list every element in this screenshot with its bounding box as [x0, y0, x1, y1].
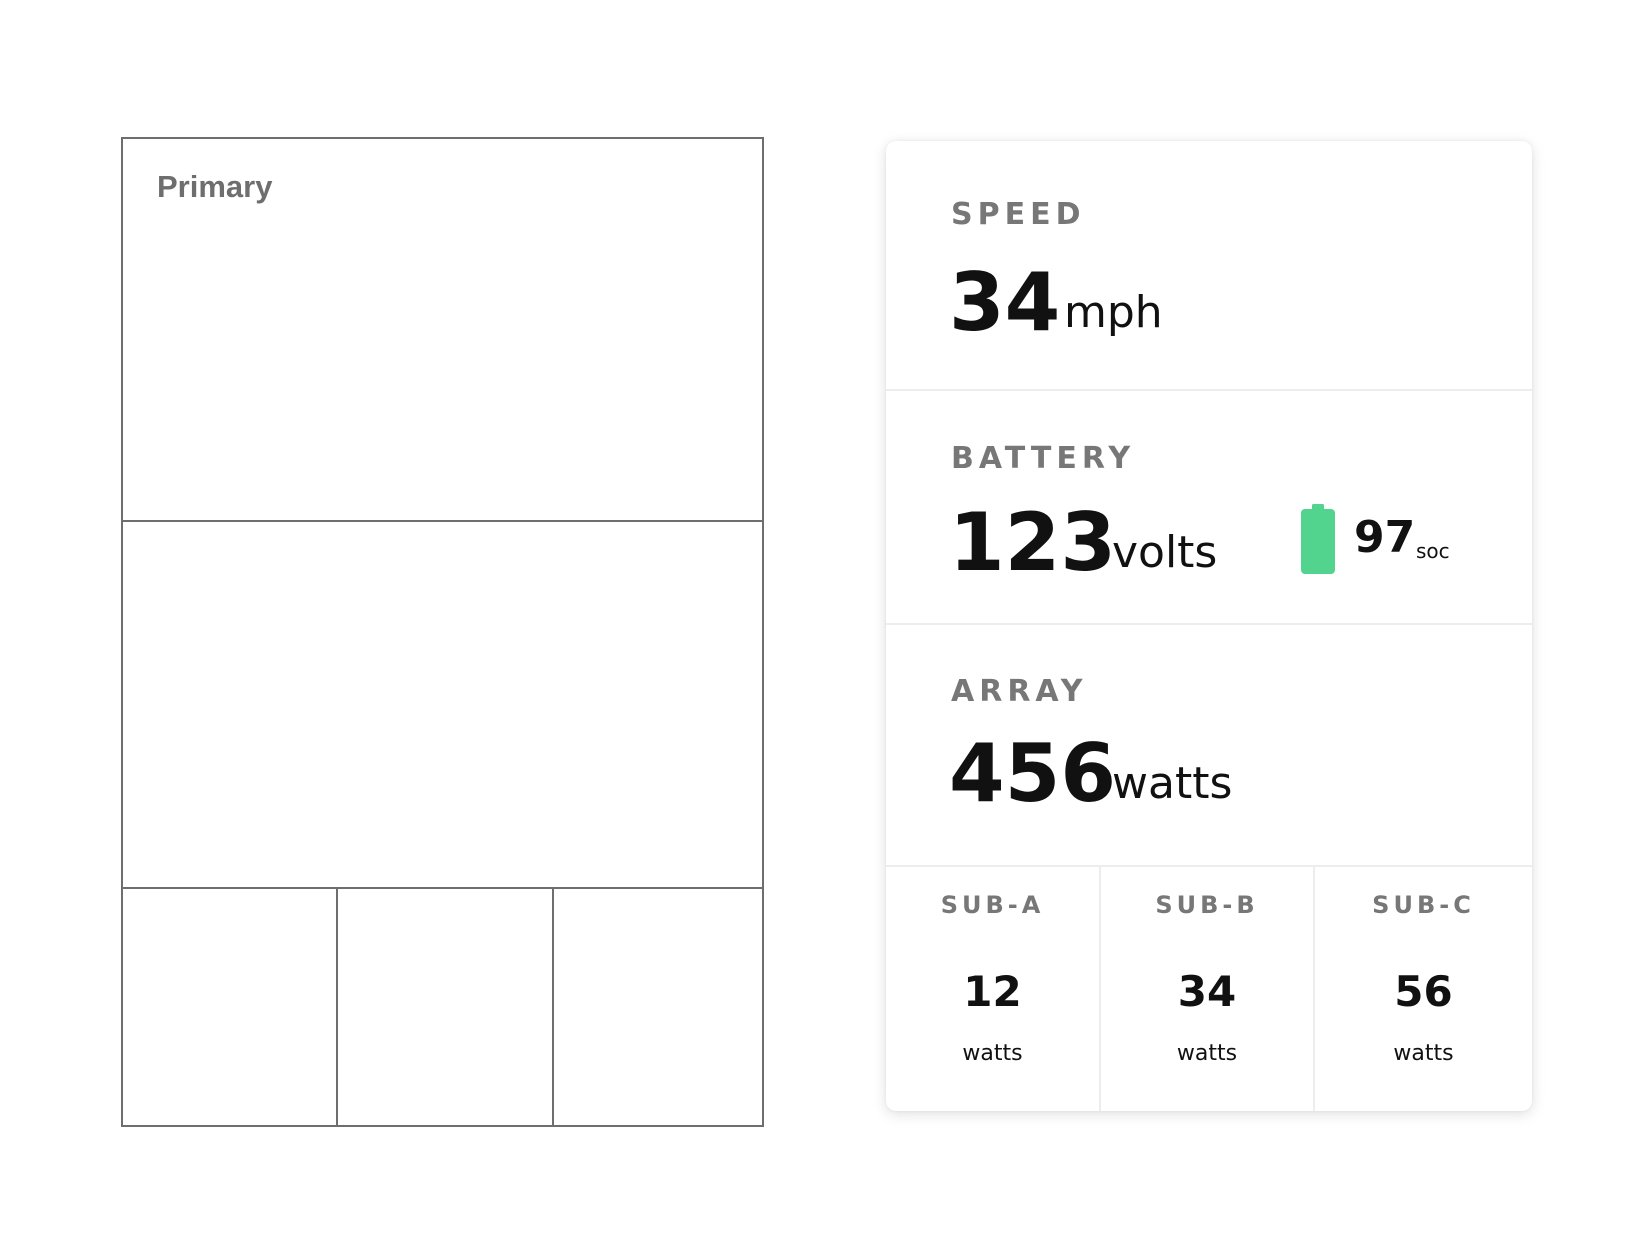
battery-label: BATTERY — [951, 441, 1136, 476]
wireframe-secondary-panel — [123, 522, 762, 889]
sub-array-a: SUB-A 12 watts — [886, 867, 1101, 1111]
battery-voltage-unit: volts — [1112, 527, 1218, 578]
battery-voltage-value: 123 — [949, 496, 1116, 589]
speed-unit: mph — [1064, 287, 1163, 338]
sub-array-b-value: 34 — [1177, 967, 1237, 1016]
sub-array-c-label: SUB-C — [1372, 891, 1475, 919]
wireframe-primary-label: Primary — [157, 169, 273, 204]
sub-array-a-value: 12 — [963, 967, 1022, 1016]
array-section: ARRAY 456 watts — [886, 625, 1532, 867]
speed-section: SPEED 34 mph — [886, 141, 1532, 391]
battery-soc-value: 97 — [1354, 512, 1416, 563]
array-power-value: 456 — [949, 727, 1116, 820]
speed-label: SPEED — [951, 197, 1086, 232]
battery-soc-unit: soc — [1416, 539, 1450, 563]
wireframe-sub-panel-b — [338, 889, 554, 1125]
sub-array-c: SUB-C 56 watts — [1315, 867, 1532, 1111]
array-label: ARRAY — [951, 674, 1088, 709]
sub-array-row: SUB-A 12 watts SUB-B 34 watts SUB-C 56 w… — [886, 867, 1532, 1111]
wireframe-sub-panel-a — [123, 889, 338, 1125]
sub-array-c-value: 56 — [1394, 967, 1453, 1016]
layout-wireframe: Primary — [121, 137, 764, 1127]
array-power-unit: watts — [1112, 758, 1233, 809]
sub-array-b: SUB-B 34 watts — [1101, 867, 1315, 1111]
wireframe-sub-panel-c — [554, 889, 762, 1125]
sub-array-a-unit: watts — [962, 1041, 1023, 1066]
speed-value: 34 — [949, 256, 1061, 349]
battery-full-icon — [1301, 504, 1335, 574]
telemetry-card: SPEED 34 mph BATTERY 123 volts 97 soc AR… — [886, 141, 1532, 1111]
sub-array-c-unit: watts — [1393, 1041, 1454, 1066]
battery-section: BATTERY 123 volts 97 soc — [886, 391, 1532, 625]
sub-array-b-unit: watts — [1176, 1041, 1238, 1066]
wireframe-primary-panel: Primary — [123, 139, 762, 522]
sub-array-b-label: SUB-B — [1155, 891, 1259, 919]
sub-array-a-label: SUB-A — [940, 891, 1045, 919]
